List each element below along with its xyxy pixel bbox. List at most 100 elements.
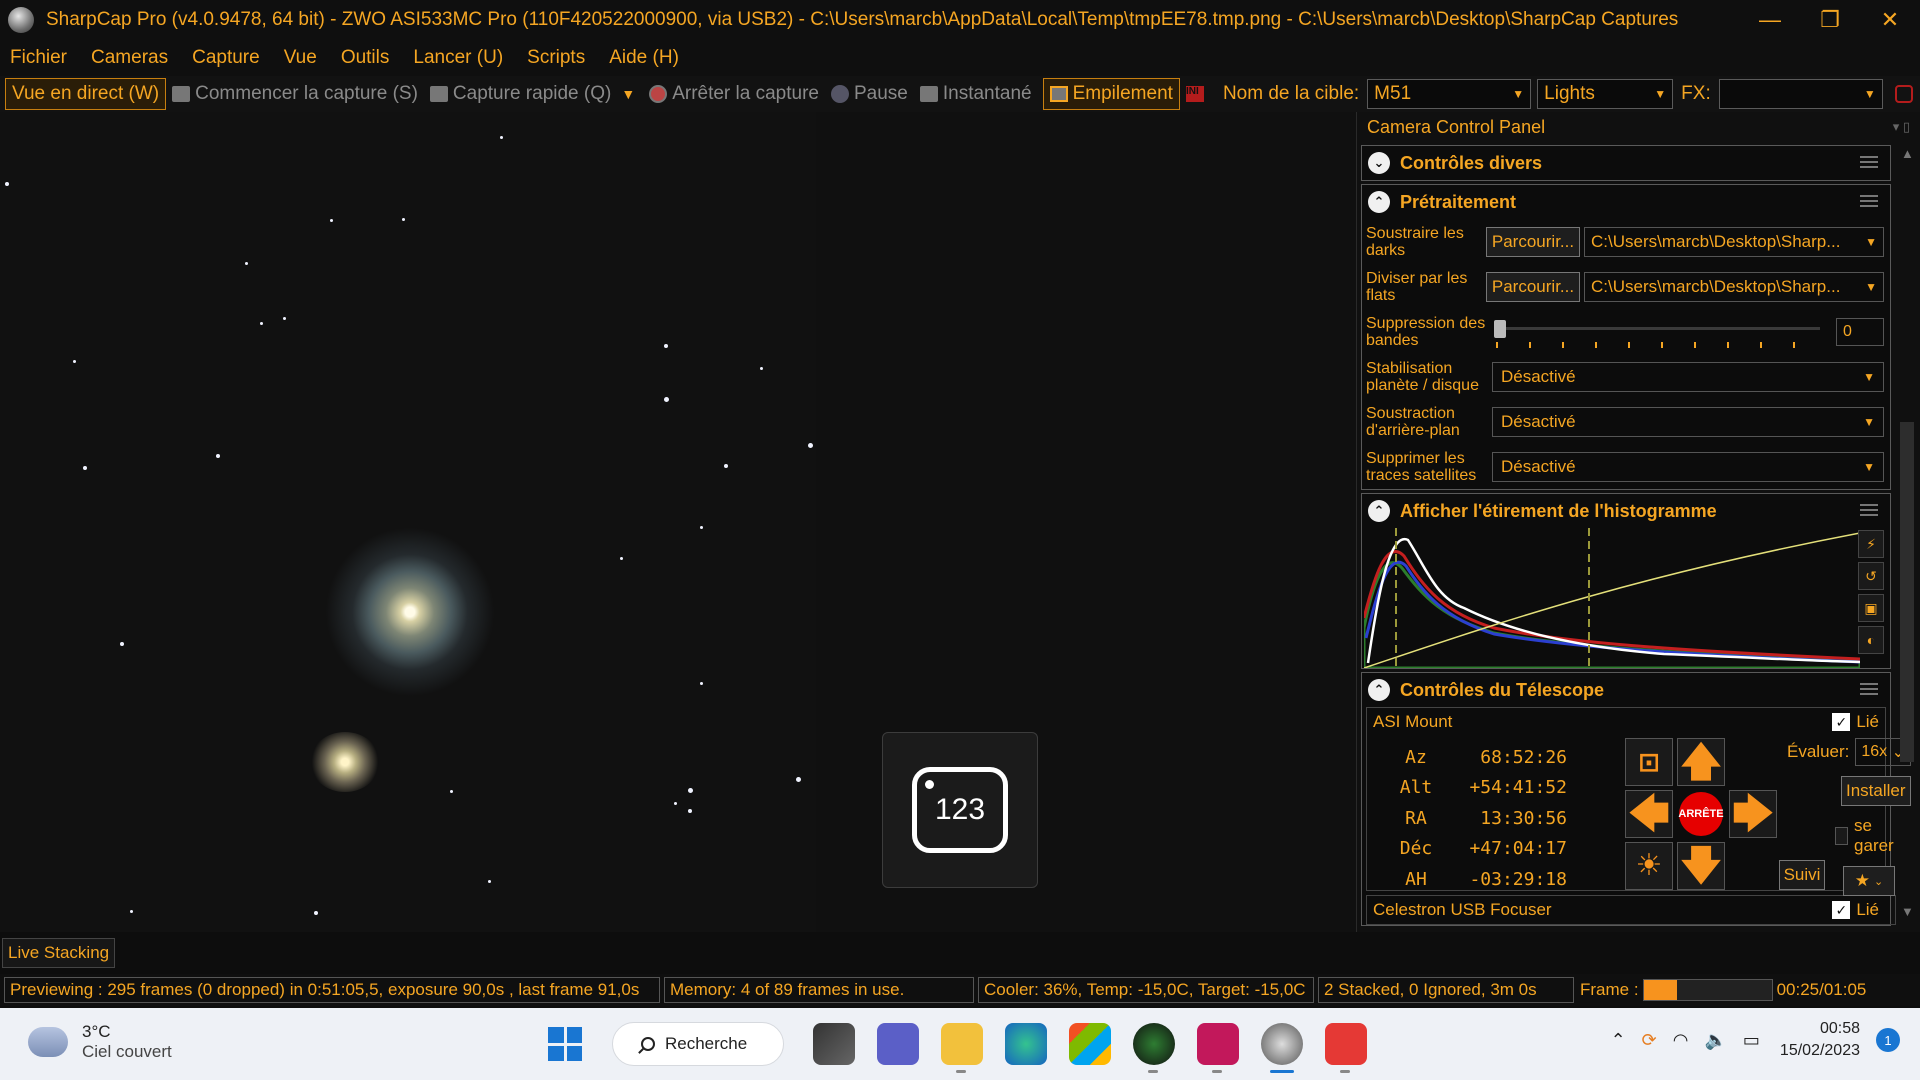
edge-browser-icon[interactable] <box>1005 1023 1047 1065</box>
satellite-select[interactable]: Désactivé ▼ <box>1492 451 1884 482</box>
move-east-button[interactable]: 🡆 <box>1729 790 1777 838</box>
quick-capture-dropdown[interactable]: ▼ <box>617 78 643 110</box>
hamburger-menu-icon[interactable] <box>1860 683 1878 695</box>
chevron-down-icon[interactable]: ⌄ <box>1368 152 1390 174</box>
wifi-icon[interactable]: ◠ <box>1673 1030 1689 1051</box>
start-capture-button[interactable]: Commencer la capture (S) <box>166 78 424 110</box>
park-checkbox[interactable] <box>1835 827 1849 845</box>
hamburger-menu-icon[interactable] <box>1860 195 1878 207</box>
image-viewport[interactable]: 123 <box>0 112 1356 932</box>
fx-combo[interactable]: ▼ <box>1718 79 1883 109</box>
menu-aide[interactable]: Aide (H) <box>599 47 689 69</box>
stop-capture-button[interactable]: Arrêter la capture <box>643 78 825 110</box>
mount-linked-checkbox[interactable]: ✓ Lié <box>1832 712 1879 732</box>
background-select[interactable]: Désactivé ▼ <box>1492 406 1884 437</box>
rate-label: Évaluer: <box>1787 742 1850 761</box>
frame-label: Frame : <box>1580 980 1639 999</box>
flats-path-select[interactable]: C:\Users\marcb\Desktop\Sharp... ▼ <box>1584 271 1884 302</box>
live-view-button[interactable]: Vue en direct (W) <box>5 78 167 110</box>
mount-stop-button[interactable]: ARRÊTE <box>1678 792 1724 836</box>
lightning-icon[interactable]: ⚡ <box>1858 530 1884 558</box>
scroll-down-icon[interactable]: ▼ <box>1901 904 1914 919</box>
home-button[interactable]: ☀ <box>1625 842 1673 890</box>
move-south-button[interactable]: 🡇 <box>1677 842 1725 890</box>
live-stacking-tab[interactable]: Live Stacking <box>2 938 116 968</box>
chevron-up-icon[interactable]: ⌃ <box>1368 191 1390 213</box>
menu-fichier[interactable]: Fichier <box>0 47 77 69</box>
arrow-right-icon: 🡆 <box>1732 792 1774 836</box>
menu-cameras[interactable]: Cameras <box>81 47 178 69</box>
chevron-up-icon[interactable]: ⌃ <box>1611 1030 1626 1051</box>
weather-widget[interactable]: 3°C Ciel couvert <box>24 1019 172 1062</box>
windows-start-icon[interactable] <box>548 1027 582 1061</box>
coord-key: Alt <box>1399 777 1433 799</box>
record-icon[interactable] <box>1894 85 1913 103</box>
file-explorer-icon[interactable] <box>941 1023 983 1073</box>
minimize-button[interactable]: — <box>1740 0 1800 40</box>
scroll-thumb[interactable] <box>1900 422 1914 762</box>
save-icon[interactable]: ▣ <box>1858 594 1884 622</box>
stacking-button[interactable]: Empilement <box>1042 78 1180 110</box>
phd2-icon[interactable] <box>1133 1023 1175 1073</box>
astro-app-icon[interactable] <box>1197 1023 1239 1073</box>
move-west-button[interactable]: 🡄 <box>1625 790 1673 838</box>
histogram-header[interactable]: ⌃ Afficher l'étirement de l'histogramme <box>1362 494 1890 528</box>
panel-scrollbar[interactable]: ▲ ▼ <box>1896 142 1920 932</box>
goto-button[interactable]: ⊡ <box>1625 738 1673 786</box>
darks-path-select[interactable]: C:\Users\marcb\Desktop\Sharp... ▼ <box>1584 226 1884 257</box>
browse-darks-button[interactable]: Parcourir... <box>1486 226 1580 257</box>
coord-value: 13:30:56 <box>1480 807 1567 829</box>
store-icon[interactable] <box>1069 1023 1111 1065</box>
menu-outils[interactable]: Outils <box>331 47 400 69</box>
snapshot-button[interactable]: Instantané <box>914 78 1038 110</box>
contrast-icon[interactable]: ◐ <box>1858 626 1884 654</box>
anydesk-icon[interactable] <box>1325 1023 1367 1073</box>
scroll-up-icon[interactable]: ▲ <box>1901 146 1914 161</box>
menu-capture[interactable]: Capture <box>182 47 270 69</box>
target-name-combo[interactable]: M51 ▼ <box>1367 79 1532 109</box>
misc-controls-section: ⌄ Contrôles divers <box>1361 145 1891 181</box>
preprocessing-section: ⌃ Prétraitement Soustraire les darks Par… <box>1361 184 1891 490</box>
battery-icon[interactable]: ▭ <box>1743 1030 1760 1051</box>
histogram-tools: ⚡ ↺ ▣ ◐ <box>1858 530 1886 658</box>
weather-text: Ciel couvert <box>82 1042 172 1061</box>
menu-lancer[interactable]: Lancer (U) <box>403 47 513 69</box>
ini-button[interactable]: INI <box>1180 78 1215 110</box>
restore-button[interactable]: ❐ <box>1800 0 1860 40</box>
browse-flats-button[interactable]: Parcourir... <box>1486 271 1580 302</box>
star-button[interactable]: ★ ⌄ <box>1843 866 1895 896</box>
banding-value-input[interactable]: 0 <box>1836 317 1884 346</box>
histogram-plot[interactable]: ⚡ ↺ ▣ ◐ <box>1364 528 1888 668</box>
reset-icon[interactable]: ↺ <box>1858 562 1884 590</box>
task-view-icon[interactable] <box>813 1023 855 1065</box>
start-capture-label: Commencer la capture (S) <box>195 83 418 104</box>
close-button[interactable]: ✕ <box>1860 0 1920 40</box>
stabilization-select[interactable]: Désactivé ▼ <box>1492 361 1884 392</box>
sharpcap-taskbar-icon[interactable] <box>1261 1023 1303 1073</box>
mount-options: Évaluer: 16x ⌄ Installer se garer ★ ⌄ <box>1787 738 1912 906</box>
volume-icon[interactable]: 🔈 <box>1704 1030 1726 1051</box>
hamburger-menu-icon[interactable] <box>1860 156 1878 168</box>
chevron-up-icon[interactable]: ⌃ <box>1368 500 1390 522</box>
misc-controls-header[interactable]: ⌄ Contrôles divers <box>1362 146 1890 180</box>
quick-capture-button[interactable]: Capture rapide (Q) <box>424 78 617 110</box>
menu-vue[interactable]: Vue <box>274 47 327 69</box>
telescope-header[interactable]: ⌃ Contrôles du Télescope <box>1362 673 1890 707</box>
clock[interactable]: 00:58 15/02/2023 <box>1780 1018 1860 1062</box>
chevron-up-icon[interactable]: ⌃ <box>1368 679 1390 701</box>
move-north-button[interactable]: 🡅 <box>1677 738 1725 786</box>
pause-icon <box>830 85 849 103</box>
banding-slider[interactable]: 0 <box>1494 312 1890 352</box>
panel-pin-icon[interactable]: ▾ ▯ <box>1893 119 1910 135</box>
pause-button[interactable]: Pause <box>825 78 914 110</box>
hamburger-menu-icon[interactable] <box>1860 504 1878 516</box>
stop-capture-label: Arrêter la capture <box>672 83 819 104</box>
notification-badge[interactable]: 1 <box>1876 1028 1900 1052</box>
frame-type-combo[interactable]: Lights ▼ <box>1537 79 1674 109</box>
teams-icon[interactable] <box>877 1023 919 1065</box>
menu-scripts[interactable]: Scripts <box>517 47 595 69</box>
preprocessing-header[interactable]: ⌃ Prétraitement <box>1362 185 1890 219</box>
slider-thumb[interactable] <box>1494 319 1506 338</box>
taskbar-search[interactable]: Recherche <box>612 1022 784 1066</box>
sync-icon[interactable]: ⟳ <box>1642 1030 1657 1051</box>
